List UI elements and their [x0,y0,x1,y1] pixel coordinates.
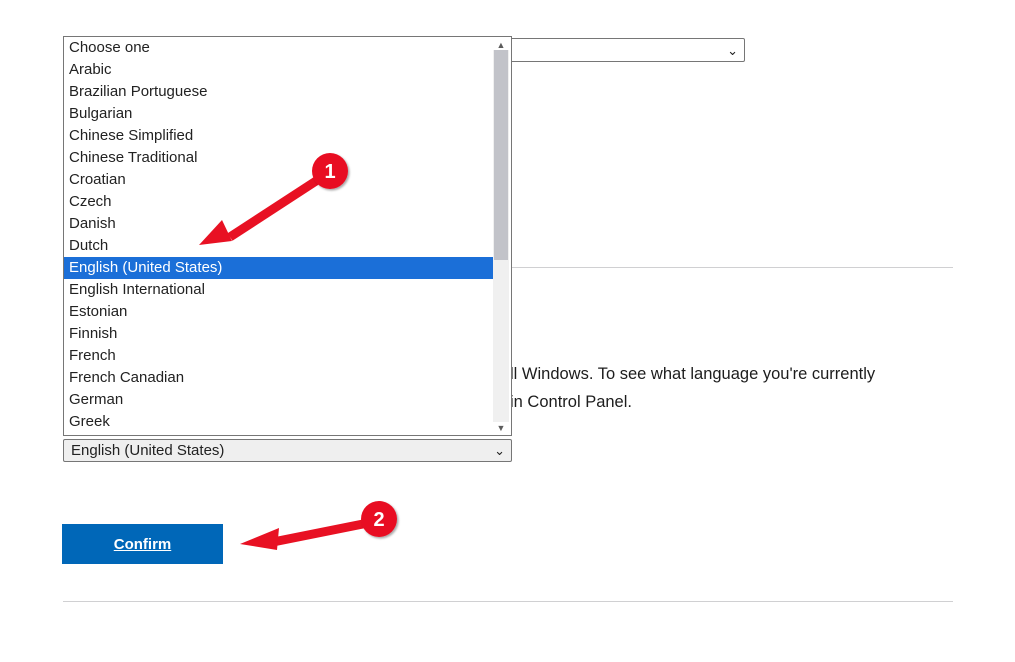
listbox-option[interactable]: Croatian [64,169,493,191]
listbox-option[interactable]: French Canadian [64,367,493,389]
listbox-option[interactable]: French [64,345,493,367]
scroll-thumb[interactable] [494,50,508,260]
listbox-option[interactable]: English (United States) [64,257,493,279]
annotation-badge-2: 2 [361,501,397,537]
svg-text:2: 2 [373,509,384,531]
scroll-up-icon[interactable]: ▲ [493,39,509,50]
confirm-label: Confirm [114,536,172,553]
listbox-option[interactable]: Bulgarian [64,103,493,125]
listbox-option[interactable]: Greek [64,411,493,433]
listbox-option[interactable]: English International [64,279,493,301]
listbox-option[interactable]: Hebrew [64,433,493,435]
language-listbox[interactable]: Choose oneArabicBrazilian PortugueseBulg… [63,36,512,436]
listbox-option[interactable]: Finnish [64,323,493,345]
confirm-button[interactable]: Confirm [62,524,223,564]
listbox-option[interactable]: Brazilian Portuguese [64,81,493,103]
listbox-option[interactable]: Chinese Simplified [64,125,493,147]
divider-bottom [63,601,953,602]
chevron-down-icon: ⌄ [494,444,505,457]
listbox-option[interactable]: German [64,389,493,411]
help-text-line2: in Control Panel. [510,388,632,416]
annotation-arrow-2 [240,524,363,550]
listbox-scrollbar[interactable]: ▲ ▼ [493,39,509,433]
listbox-option[interactable]: Danish [64,213,493,235]
help-text-line1: ll Windows. To see what language you're … [510,360,875,388]
listbox-option[interactable]: Choose one [64,37,493,59]
chevron-down-icon: ⌄ [727,44,738,57]
language-select-value: English (United States) [71,442,494,459]
listbox-option[interactable]: Czech [64,191,493,213]
listbox-option[interactable]: Dutch [64,235,493,257]
listbox-option[interactable]: Chinese Traditional [64,147,493,169]
scroll-down-icon[interactable]: ▼ [493,422,509,433]
language-select[interactable]: English (United States) ⌄ [63,439,512,462]
listbox-option[interactable]: Estonian [64,301,493,323]
listbox-option[interactable]: Arabic [64,59,493,81]
